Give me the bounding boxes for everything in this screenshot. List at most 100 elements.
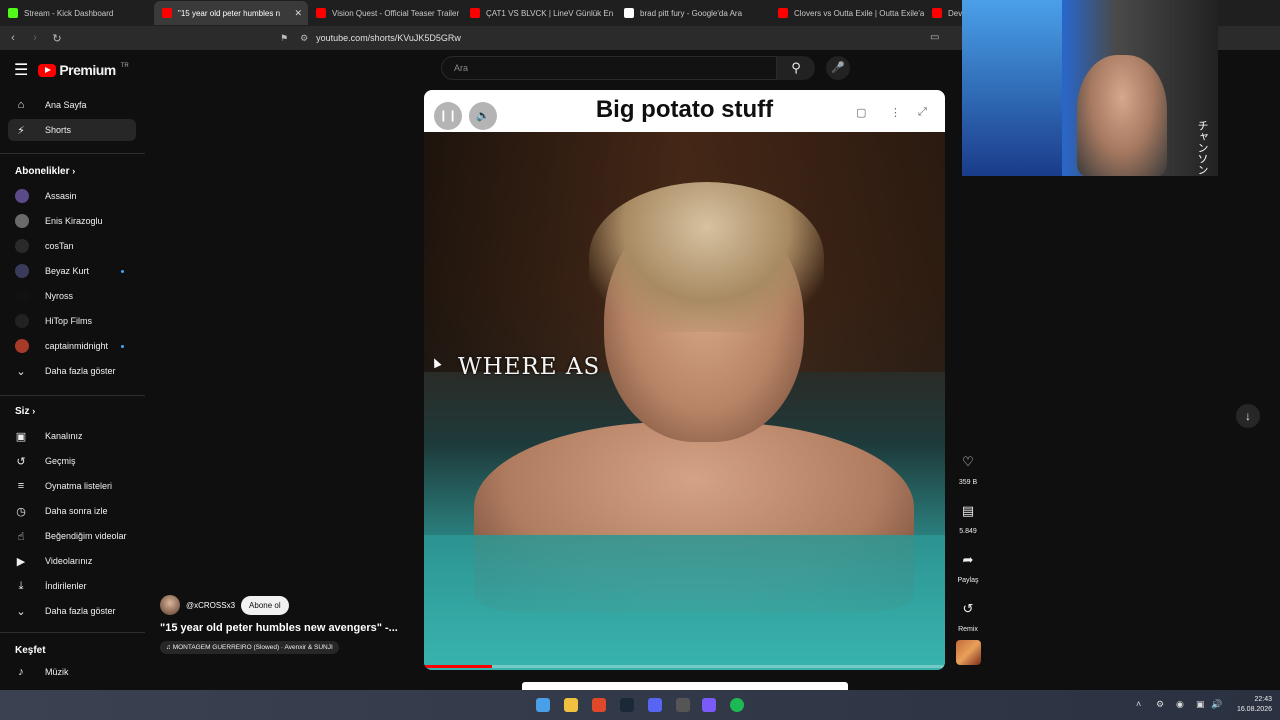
speaker-icon[interactable]: 🔊 bbox=[1211, 699, 1222, 710]
file-explorer-icon[interactable] bbox=[564, 698, 578, 712]
browser-tab[interactable]: Clovers vs Outta Exile | Outta Exile'a bbox=[770, 1, 924, 25]
remix-icon[interactable]: ↺ bbox=[956, 597, 980, 621]
voice-search-button[interactable]: 🎤 bbox=[826, 56, 850, 80]
you-heading[interactable]: Siz › bbox=[15, 406, 35, 417]
channel-name[interactable]: @xCROSSx3 bbox=[186, 601, 235, 610]
obs-icon[interactable] bbox=[676, 698, 690, 712]
sidebar-item[interactable]: HiTop Films bbox=[8, 310, 136, 332]
sidebar-item-label: Kanalınız bbox=[45, 431, 83, 441]
back-icon[interactable]: ‹ bbox=[4, 32, 22, 44]
search-input[interactable]: Ara bbox=[441, 56, 777, 80]
sidebar-item[interactable]: ▶ Videolarınız bbox=[8, 550, 136, 572]
progress-fill bbox=[424, 665, 492, 668]
video-subject-hair bbox=[589, 182, 824, 332]
new-content-dot bbox=[121, 344, 124, 348]
volume-button[interactable]: 🔈 bbox=[469, 102, 497, 130]
search-button[interactable]: ⚲ bbox=[777, 56, 815, 80]
address-bar[interactable]: ⚑ ⚙ youtube.com/shorts/KVuJK5D5GRw bbox=[280, 29, 960, 47]
share-label: Paylaş bbox=[957, 577, 979, 584]
sidebar-item[interactable]: ⌂ Ana Sayfa bbox=[8, 94, 136, 116]
clock-icon: ◷ bbox=[16, 505, 26, 518]
video-title-text: Big potato stuff bbox=[595, 96, 774, 123]
browser-tab[interactable]: Vision Quest - Official Teaser Trailer | bbox=[308, 1, 462, 25]
youtube-logo[interactable]: Premium TR bbox=[38, 62, 129, 78]
sidebar-item[interactable]: ♪ Müzik bbox=[8, 661, 136, 683]
channel-avatar[interactable] bbox=[160, 595, 180, 615]
share-icon[interactable]: ➦ bbox=[956, 548, 980, 572]
next-short-button[interactable]: ↓ bbox=[1236, 404, 1260, 428]
browser-tab[interactable]: brad pitt fury - Google'da Ara bbox=[616, 1, 770, 25]
show-more-subscriptions[interactable]: ⌄ Daha fazla göster bbox=[8, 360, 136, 382]
sidebar-item[interactable]: ⤓ İndirilenler bbox=[8, 575, 136, 597]
url-text[interactable]: youtube.com/shorts/KVuJK5D5GRw bbox=[316, 33, 461, 43]
reload-icon[interactable]: ↻ bbox=[48, 32, 66, 45]
shorts-video-player[interactable]: WHERE AS Big potato stuff ❙❙ 🔈 ▢ ⋮ ⤢ bbox=[424, 90, 945, 670]
video-caption-overlay: WHERE AS bbox=[458, 354, 601, 380]
taskbar-clock[interactable]: 22:43 16.08.2026 bbox=[1224, 695, 1272, 715]
tab-favicon-icon bbox=[624, 8, 634, 18]
browser-tab[interactable]: "15 year old peter humbles n ✕ bbox=[154, 1, 308, 25]
sidebar-item-label: Beğendiğim videolar bbox=[45, 531, 127, 541]
app-icon[interactable] bbox=[702, 698, 716, 712]
sidebar-item[interactable]: ⚡ Shorts bbox=[8, 119, 136, 141]
tab-label: Clovers vs Outta Exile | Outta Exile'a bbox=[794, 8, 924, 18]
progress-bar[interactable] bbox=[424, 665, 945, 668]
shorts-icon: ⚡ bbox=[17, 124, 25, 137]
sidebar-item[interactable]: ☝ Beğendiğim videolar bbox=[8, 525, 136, 547]
like-icon: ☝ bbox=[17, 530, 25, 543]
start-icon[interactable] bbox=[536, 698, 550, 712]
subscribe-button[interactable]: Abone ol bbox=[241, 595, 289, 615]
comment-icon[interactable]: ▤ bbox=[956, 499, 980, 523]
playlist-icon: ≡ bbox=[17, 480, 25, 492]
discord-icon[interactable] bbox=[648, 698, 662, 712]
forward-icon[interactable]: › bbox=[26, 32, 44, 44]
divider bbox=[0, 395, 145, 396]
sidebar-item[interactable]: Enis Kirazoglu bbox=[8, 210, 136, 232]
sidebar-item[interactable]: ▣ Kanalınız bbox=[8, 425, 136, 447]
short-info: @xCROSSx3 Abone ol "15 year old peter hu… bbox=[160, 595, 420, 654]
install-app-icon[interactable]: ▭ bbox=[930, 32, 939, 43]
tray-app-icon[interactable]: ⚙ bbox=[1156, 699, 1164, 710]
sidebar-item[interactable]: Beyaz Kurt bbox=[8, 260, 136, 282]
menu-icon[interactable]: ☰ bbox=[14, 60, 28, 80]
like-action[interactable]: ♡ 359 B bbox=[953, 450, 983, 486]
sidebar-item[interactable]: ≡ Oynatma listeleri bbox=[8, 475, 136, 497]
tray-expand-icon[interactable]: ˄ bbox=[1136, 699, 1141, 709]
sidebar-item[interactable]: cosTan bbox=[8, 235, 136, 257]
spotify-icon[interactable] bbox=[730, 698, 744, 712]
share-action[interactable]: ➦ Paylaş bbox=[953, 548, 983, 584]
sidebar-item[interactable]: Assasin bbox=[8, 185, 136, 207]
tab-favicon-icon bbox=[316, 8, 326, 18]
more-options-icon[interactable]: ⋮ bbox=[890, 106, 901, 119]
short-title[interactable]: "15 year old peter humbles new avengers"… bbox=[160, 622, 420, 634]
tray-mic-icon[interactable]: ◉ bbox=[1176, 699, 1184, 710]
network-icon[interactable]: ▣ bbox=[1196, 699, 1205, 710]
browser-icon[interactable] bbox=[592, 698, 606, 712]
sidebar: ☰ Premium TR ⌂ Ana Sayfa ⚡ Shorts Abonelikl… bbox=[0, 50, 150, 690]
sidebar-item[interactable]: ↺ Geçmiş bbox=[8, 450, 136, 472]
browser-tab[interactable]: ÇAT1 VS BLVCK | LineV Günlük En Fa bbox=[462, 1, 616, 25]
sound-thumbnail[interactable] bbox=[956, 640, 981, 665]
browser-tab[interactable]: Stream - Kick Dashboard bbox=[0, 1, 154, 25]
bookmark-icon[interactable]: ⚑ bbox=[280, 33, 288, 44]
music-chip[interactable]: ♫ MONTAGEM GUERREIRO (Slowed) · Avenxir … bbox=[160, 641, 339, 654]
captions-icon[interactable]: ▢ bbox=[856, 106, 866, 119]
fullscreen-icon[interactable]: ⤢ bbox=[918, 106, 927, 119]
sidebar-item-label: Enis Kirazoglu bbox=[45, 216, 103, 226]
site-info-icon[interactable]: ⚙ bbox=[300, 33, 308, 44]
pause-button[interactable]: ❙❙ bbox=[434, 102, 462, 130]
history-icon: ↺ bbox=[16, 455, 26, 468]
close-tab-icon[interactable]: ✕ bbox=[294, 8, 302, 19]
sidebar-item-label: Shorts bbox=[45, 125, 72, 135]
sidebar-item-label: Geçmiş bbox=[45, 456, 76, 466]
sidebar-item[interactable]: captainmidnight bbox=[8, 335, 136, 357]
remix-action[interactable]: ↺ Remix bbox=[953, 597, 983, 633]
sidebar-item[interactable]: Nyross bbox=[8, 285, 136, 307]
comment-action[interactable]: ▤ 5.849 bbox=[953, 499, 983, 535]
sidebar-item[interactable]: ◷ Daha sonra izle bbox=[8, 500, 136, 522]
show-more-you[interactable]: ⌄ Daha fazla göster bbox=[8, 600, 136, 622]
subscriptions-heading[interactable]: Abonelikler › bbox=[15, 166, 75, 177]
heart-icon[interactable]: ♡ bbox=[956, 450, 980, 474]
steam-icon[interactable] bbox=[620, 698, 634, 712]
channel-icon: ▣ bbox=[15, 430, 27, 443]
